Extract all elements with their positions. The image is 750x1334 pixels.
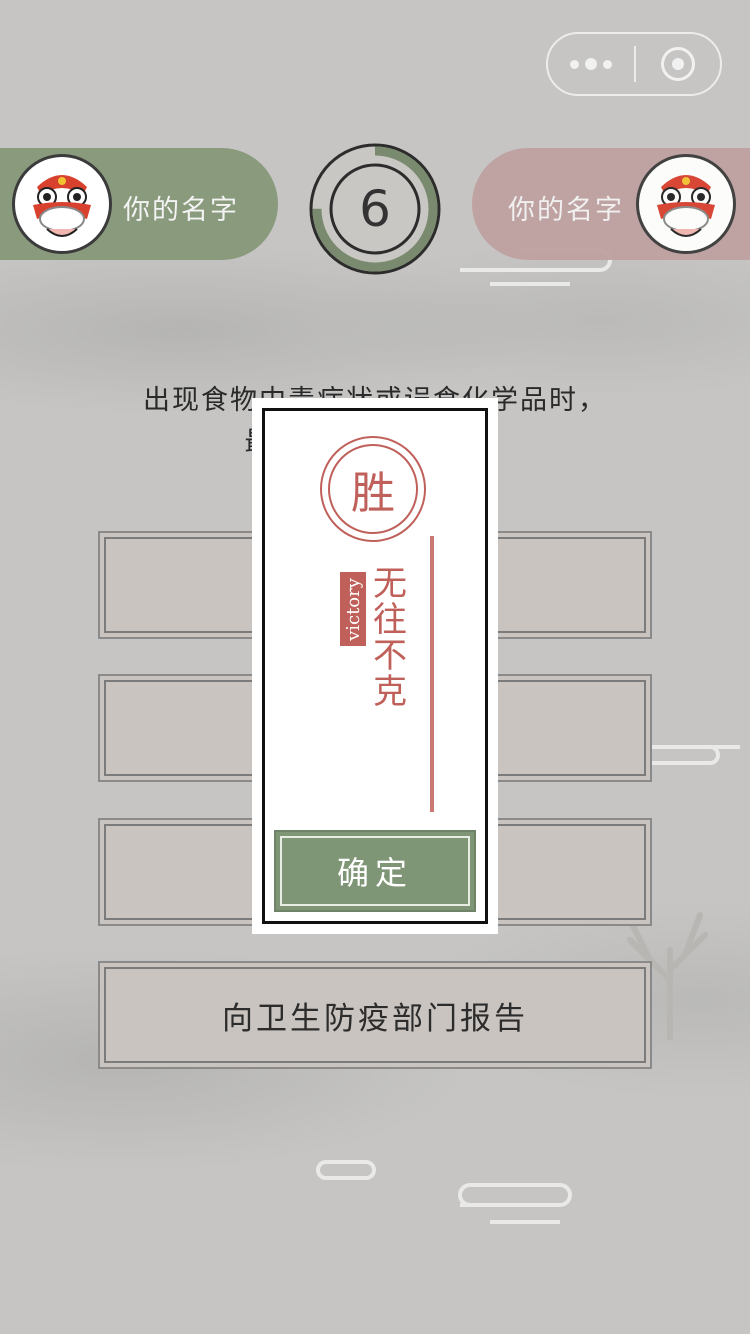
cloud-decoration-icon	[316, 1160, 572, 1224]
timer-value: 6	[359, 180, 391, 238]
player-right-card: 你的名字	[472, 148, 750, 260]
victory-seal-icon: 胜	[320, 436, 426, 542]
more-dots-icon[interactable]	[548, 34, 634, 94]
mini-program-close-icon[interactable]	[636, 34, 720, 94]
mini-program-capsule	[546, 32, 722, 96]
lion-dance-avatar-icon	[12, 154, 112, 254]
answer-option-4[interactable]: 向卫生防疫部门报告	[104, 967, 646, 1063]
victory-tag-text: victory	[342, 577, 364, 641]
brush-divider	[430, 536, 434, 812]
player-left-card: 你的名字	[0, 148, 278, 260]
victory-modal: 胜 victory 无 往 不 克 确定	[252, 398, 498, 934]
lion-dance-avatar-icon	[636, 154, 736, 254]
victory-motto: 无 往 不 克	[373, 564, 407, 712]
cloud-decoration-icon	[640, 745, 740, 765]
seal-character: 胜	[328, 444, 418, 534]
player-right-name: 你的名字	[508, 195, 624, 226]
confirm-button[interactable]: 确定	[274, 830, 476, 912]
countdown-timer: 6	[308, 142, 442, 276]
victory-tag: victory	[340, 572, 366, 646]
player-left-name: 你的名字	[123, 195, 239, 226]
